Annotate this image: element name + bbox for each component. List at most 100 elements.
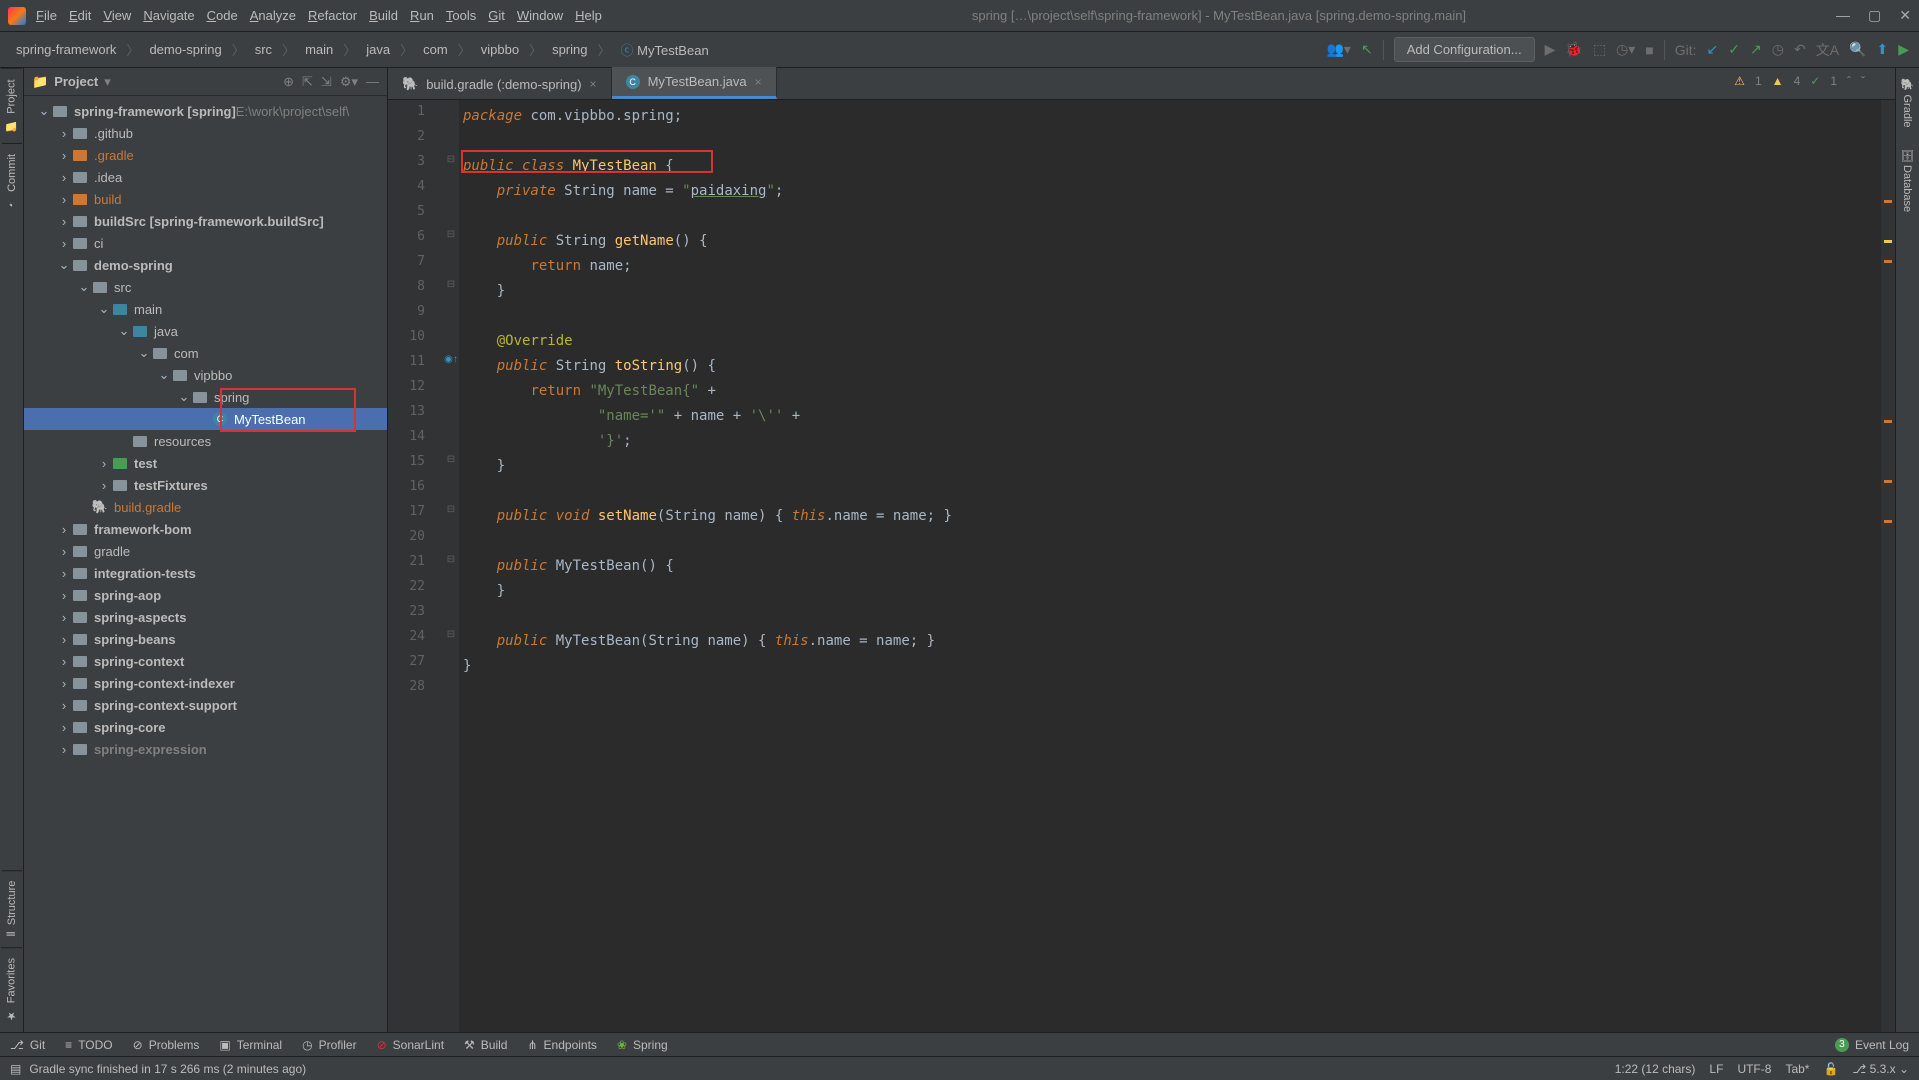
spring-tool-tab[interactable]: ❀Spring [617, 1038, 668, 1052]
tree-arrow-icon[interactable]: ⌄ [36, 103, 52, 119]
fold-icon[interactable]: ⊟ [443, 554, 459, 579]
breadcrumb-item[interactable]: ⓒ MyTestBean [615, 40, 715, 59]
tree-arrow-icon[interactable]: ⌄ [96, 301, 112, 317]
run-configuration-selector[interactable]: Add Configuration... [1394, 37, 1535, 62]
fold-icon[interactable]: ⊟ [443, 229, 459, 254]
tree-item[interactable]: ›gradle [24, 540, 387, 562]
structure-tool-tab[interactable]: ⫴Structure [2, 870, 22, 946]
menu-navigate[interactable]: Navigate [143, 8, 194, 23]
tree-item[interactable]: ›spring-context [24, 650, 387, 672]
code-line[interactable] [463, 604, 1881, 629]
fold-icon[interactable] [443, 479, 459, 504]
code-line[interactable]: public MyTestBean(String name) { this.na… [463, 629, 1881, 654]
tree-arrow-icon[interactable]: › [56, 632, 72, 647]
dropdown-chevron-icon[interactable]: ▾ [104, 74, 111, 90]
breadcrumb-item[interactable]: java [360, 42, 396, 57]
tree-item[interactable]: ›.gradle [24, 144, 387, 166]
tree-item[interactable]: ›.github [24, 122, 387, 144]
project-tree[interactable]: ⌄spring-framework [spring] E:\work\proje… [24, 96, 387, 1032]
favorites-tool-tab[interactable]: ★Favorites [1, 947, 22, 1032]
tree-arrow-icon[interactable]: › [56, 522, 72, 537]
tree-item[interactable]: ›integration-tests [24, 562, 387, 584]
indent[interactable]: Tab* [1785, 1062, 1809, 1076]
tree-item[interactable]: ›ci [24, 232, 387, 254]
menu-code[interactable]: Code [207, 8, 238, 23]
fold-icon[interactable] [443, 129, 459, 154]
build-hammer-icon[interactable]: ↖ [1361, 41, 1373, 58]
menu-view[interactable]: View [103, 8, 131, 23]
code-line[interactable] [463, 204, 1881, 229]
caret-position[interactable]: 1:22 (12 chars) [1615, 1062, 1696, 1076]
fold-icon[interactable] [443, 529, 459, 554]
run-icon[interactable]: ▶ [1545, 41, 1556, 58]
user-icon[interactable]: 👥▾ [1326, 41, 1350, 58]
tree-item[interactable]: ›testFixtures [24, 474, 387, 496]
up-icon[interactable]: ˆ [1847, 74, 1851, 88]
code-line[interactable]: public class MyTestBean { [463, 154, 1881, 179]
code-line[interactable] [463, 129, 1881, 154]
fold-icon[interactable]: ◉↑ [443, 354, 459, 379]
sonarlint-tool-tab[interactable]: ⊘SonarLint [377, 1038, 444, 1052]
code-line[interactable] [463, 679, 1881, 704]
profile-icon[interactable]: ◷▾ [1616, 41, 1635, 58]
close-tab-icon[interactable]: × [755, 75, 762, 89]
breadcrumb-item[interactable]: src [249, 42, 278, 57]
code-line[interactable]: } [463, 454, 1881, 479]
git-update-icon[interactable]: ↙ [1707, 41, 1719, 58]
fold-icon[interactable]: ⊟ [443, 504, 459, 529]
fold-icon[interactable] [443, 429, 459, 454]
tree-item[interactable]: ›spring-context-indexer [24, 672, 387, 694]
fold-icon[interactable] [443, 204, 459, 229]
play-icon[interactable]: ▶ [1898, 41, 1909, 58]
down-icon[interactable]: ˇ [1861, 74, 1865, 88]
tree-arrow-icon[interactable]: › [56, 566, 72, 581]
git-rollback-icon[interactable]: ↶ [1794, 41, 1806, 58]
tree-arrow-icon[interactable]: ⌄ [76, 279, 92, 295]
tree-item[interactable]: ⌄spring-framework [spring] E:\work\proje… [24, 100, 387, 122]
fold-icon[interactable]: ⊟ [443, 629, 459, 654]
tree-item[interactable]: ⌄java [24, 320, 387, 342]
code-line[interactable]: private String name = "paidaxing"; [463, 179, 1881, 204]
code-line[interactable]: public void setName(String name) { this.… [463, 504, 1881, 529]
lock-icon[interactable]: 🔓 [1823, 1062, 1838, 1076]
breadcrumb-item[interactable]: main [299, 42, 339, 57]
fold-icon[interactable] [443, 404, 459, 429]
tree-arrow-icon[interactable]: › [56, 610, 72, 625]
maximize-icon[interactable]: ▢ [1868, 7, 1881, 24]
tree-arrow-icon[interactable]: › [56, 588, 72, 603]
tree-arrow-icon[interactable]: › [56, 720, 72, 735]
menu-tools[interactable]: Tools [446, 8, 476, 23]
fold-icon[interactable]: ⊟ [443, 279, 459, 304]
tree-arrow-icon[interactable]: › [56, 742, 72, 757]
fold-icon[interactable] [443, 254, 459, 279]
tree-item[interactable]: ›test [24, 452, 387, 474]
code-line[interactable]: "name='" + name + '\'' + [463, 404, 1881, 429]
tree-item[interactable]: ›buildSrc [spring-framework.buildSrc] [24, 210, 387, 232]
tree-item[interactable]: ⌄com [24, 342, 387, 364]
tree-arrow-icon[interactable]: › [56, 192, 72, 207]
menu-window[interactable]: Window [517, 8, 563, 23]
git-branch[interactable]: ⎇ 5.3.x ⌄ [1852, 1062, 1909, 1076]
tree-arrow-icon[interactable]: › [56, 170, 72, 185]
close-icon[interactable]: ✕ [1899, 7, 1911, 24]
code-line[interactable] [463, 304, 1881, 329]
tree-item[interactable]: ⌄main [24, 298, 387, 320]
tree-item[interactable]: ›spring-aop [24, 584, 387, 606]
tree-item[interactable]: ›build [24, 188, 387, 210]
stop-icon[interactable]: ■ [1645, 42, 1653, 58]
fold-icon[interactable] [443, 104, 459, 129]
code-line[interactable]: return "MyTestBean{" + [463, 379, 1881, 404]
endpoints-tool-tab[interactable]: ⋔Endpoints [527, 1038, 596, 1052]
code-line[interactable] [463, 529, 1881, 554]
menu-git[interactable]: Git [488, 8, 505, 23]
sync-icon[interactable]: ⬆ [1876, 41, 1888, 58]
inspections-widget[interactable]: ⚠1 ▲4 ✓1 ˆ ˇ [1734, 74, 1865, 88]
problems-tool-tab[interactable]: ⊘Problems [133, 1038, 200, 1052]
tree-item[interactable]: 🐘build.gradle [24, 496, 387, 518]
tree-item[interactable]: ⌄spring [24, 386, 387, 408]
tree-arrow-icon[interactable]: › [96, 456, 112, 471]
fold-icon[interactable] [443, 329, 459, 354]
fold-icon[interactable] [443, 579, 459, 604]
database-tool-tab[interactable]: 🗄 Database [1897, 138, 1918, 222]
breadcrumb-item[interactable]: com [417, 42, 454, 57]
